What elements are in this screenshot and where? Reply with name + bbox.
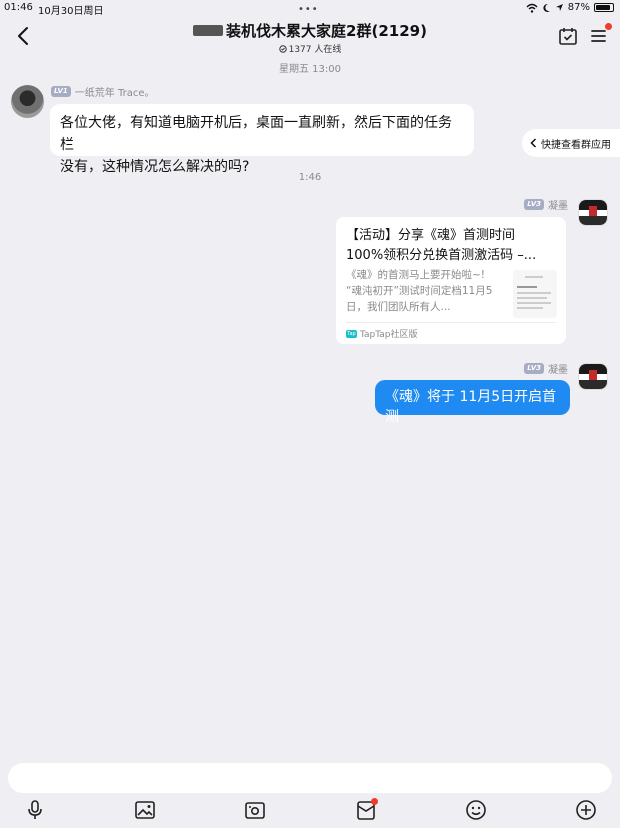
sender-row: LV1 一纸荒年 Trace。 (51, 84, 155, 99)
sender-name[interactable]: 凝墨 (548, 197, 568, 212)
card-desc-line: 《魂》的首测马上要开始啦~! (346, 269, 486, 281)
card-desc-line: 日，我们团队所有人... (346, 301, 451, 313)
card-desc-line: “魂沌初开”测试时间定档11月5 (346, 285, 493, 297)
chat-header: 装机伐木累大家庭2群(2129) 1377 人在线 (0, 16, 620, 58)
taptap-icon: Tap (346, 329, 357, 338)
sender-row: LV3 凝墨 (524, 197, 568, 212)
message-input[interactable] (8, 763, 612, 793)
microphone-icon[interactable] (23, 798, 47, 822)
emoji-icon[interactable] (464, 798, 488, 822)
group-title: 装机伐木累大家庭2群(2129) (226, 22, 427, 40)
status-icons: 87% (526, 2, 614, 13)
card-thumbnail (513, 270, 557, 318)
timestamp: 1:46 (298, 172, 322, 183)
card-description: 《魂》的首测马上要开始啦~! “魂沌初开”测试时间定档11月5 日，我们团队所有… (346, 267, 506, 315)
menu-button[interactable] (589, 23, 612, 46)
input-area (0, 758, 620, 828)
group-tag-icon (193, 25, 224, 36)
image-icon[interactable] (133, 798, 157, 822)
level-badge: LV3 (524, 199, 544, 210)
avatar[interactable] (11, 85, 44, 118)
quick-app-label: 快捷查看群应用 (541, 139, 611, 151)
notification-dot (371, 798, 378, 805)
input-toolbar (0, 796, 620, 824)
sender-name[interactable]: 凝墨 (548, 361, 568, 376)
card-source-label: TapTap社区版 (360, 330, 418, 340)
card-title-line: 100%领积分兑换首测激活码 –... (346, 248, 537, 263)
plus-icon[interactable] (574, 798, 598, 822)
calendar-check-icon[interactable] (558, 26, 578, 46)
battery-fill (596, 5, 610, 10)
location-icon (555, 4, 563, 11)
level-badge: LV1 (51, 86, 71, 97)
online-icon (278, 44, 287, 53)
multitask-dots-icon[interactable]: ••• (298, 4, 319, 15)
timestamp: 星期五 13:00 (279, 64, 341, 75)
moon-icon (543, 3, 550, 12)
avatar[interactable] (578, 363, 608, 390)
card-title-line: 【活动】分享《魂》首测时间 (346, 228, 516, 243)
message-text: 《魂》将于 11月5日开启首测 (385, 389, 557, 425)
status-bar: 01:46 10月30日周日 ••• 87% (0, 0, 620, 17)
chevron-left-icon (530, 138, 537, 148)
chat-messages[interactable]: 星期五 13:00 LV1 一纸荒年 Trace。 各位大佬，有知道电脑开机后，… (0, 58, 620, 758)
level-badge: LV3 (524, 363, 544, 374)
card-source: Tap TapTap社区版 (346, 327, 417, 340)
battery-icon (594, 3, 614, 12)
notification-dot (605, 23, 612, 30)
wifi-icon (526, 3, 538, 13)
avatar[interactable] (578, 199, 608, 226)
card-title: 【活动】分享《魂》首测时间 100%领积分兑换首测激活码 –... (346, 226, 558, 266)
message-bubble[interactable]: 各位大佬，有知道电脑开机后，桌面一直刷新，然后下面的任务栏 没有，这种情况怎么解… (50, 104, 474, 175)
message-text-line: 各位大佬，有知道电脑开机后，桌面一直刷新，然后下面的任务栏 (60, 115, 452, 153)
divider (346, 322, 556, 323)
status-time: 01:46 (4, 2, 33, 13)
battery-percent: 87% (567, 2, 590, 13)
red-packet-button[interactable] (354, 798, 378, 822)
sender-name[interactable]: 一纸荒年 Trace。 (75, 84, 155, 99)
title-block[interactable]: 装机伐木累大家庭2群(2129) 1377 人在线 (0, 20, 620, 55)
online-count: 1377 人在线 (288, 45, 342, 55)
sender-row: LV3 凝墨 (524, 361, 568, 376)
share-card[interactable]: 【活动】分享《魂》首测时间 100%领积分兑换首测激活码 –... 《魂》的首测… (336, 217, 566, 344)
quick-group-apps-button[interactable]: 快捷查看群应用 (522, 129, 620, 157)
camera-icon[interactable] (243, 798, 267, 822)
status-date: 10月30日周日 (38, 6, 104, 17)
message-bubble[interactable]: 《魂》将于 11月5日开启首测 (375, 380, 570, 425)
